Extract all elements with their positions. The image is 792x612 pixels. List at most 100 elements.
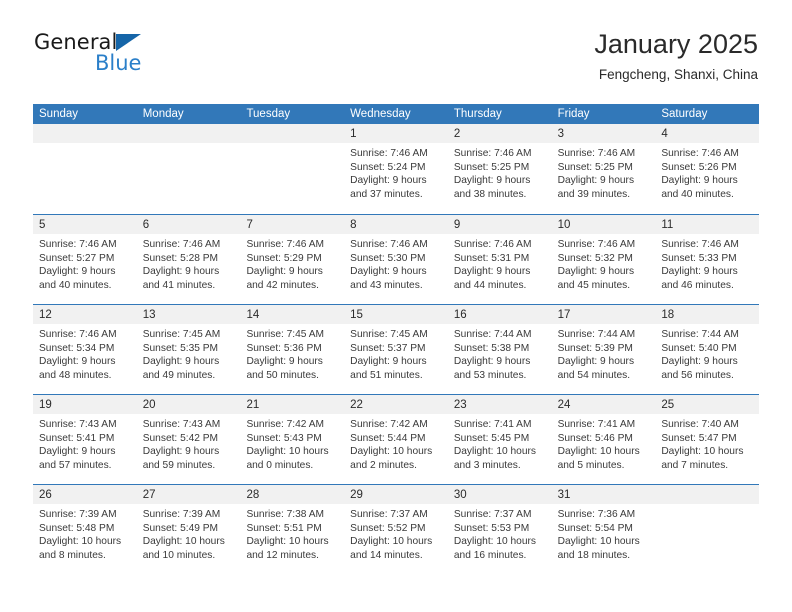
day-sunset-text: Sunset: 5:34 PM: [39, 342, 115, 354]
day-daylight-text: Daylight: 9 hours: [557, 356, 635, 368]
day-number: 8: [350, 219, 357, 231]
day-sunset-text: Sunset: 5:51 PM: [246, 522, 322, 534]
day-info: Sunrise: 7:44 AM Sunset: 5:40 PM Daylight:…: [655, 324, 759, 382]
day-sunrise-text: Sunrise: 7:46 AM: [350, 148, 428, 159]
day-number: 21: [246, 399, 260, 411]
day-number-strip: 22: [344, 395, 448, 414]
calendar-day-cell[interactable]: 1 Sunrise: 7:46 AM Sunset: 5:24 PM Daylight…: [344, 124, 448, 214]
day-daylight-text: and 51 minutes.: [350, 369, 423, 381]
calendar-day-cell[interactable]: 25 Sunrise: 7:40 AM Sunset: 5:47 PM Dayligh…: [655, 395, 760, 484]
calendar-day-cell[interactable]: 18 Sunrise: 7:44 AM Sunset: 5:40 PM Dayligh…: [655, 305, 760, 394]
day-sunset-text: Sunset: 5:33 PM: [661, 252, 737, 264]
weekday-header-saturday: Saturday: [661, 108, 708, 120]
calendar-day-cell[interactable]: 16 Sunrise: 7:44 AM Sunset: 5:38 PM Dayligh…: [447, 305, 552, 394]
location-subtitle: Fengcheng, Shanxi, China: [598, 67, 758, 82]
calendar-day-cell[interactable]: 6 Sunrise: 7:46 AM Sunset: 5:28 PM Daylight…: [136, 215, 241, 304]
day-number: 30: [453, 489, 467, 501]
day-sunset-text: Sunset: 5:35 PM: [142, 342, 219, 354]
calendar-day-cell[interactable]: 7 Sunrise: 7:46 AM Sunset: 5:29 PM Daylight…: [240, 215, 345, 304]
calendar-day-cell[interactable]: 31 Sunrise: 7:36 AM Sunset: 5:54 PM Dayligh…: [551, 485, 656, 574]
day-info: Sunrise: 7:39 AM Sunset: 5:48 PM Daylight:…: [33, 504, 137, 562]
calendar-day-cell[interactable]: 30 Sunrise: 7:37 AM Sunset: 5:53 PM Dayligh…: [447, 485, 552, 574]
calendar-day-cell[interactable]: 4 Sunrise: 7:46 AM Sunset: 5:26 PM Daylight…: [655, 124, 760, 214]
calendar-day-cell[interactable]: 8 Sunrise: 7:46 AM Sunset: 5:30 PM Daylight…: [344, 215, 448, 304]
day-info: Sunrise: 7:45 AM Sunset: 5:35 PM Daylight:…: [137, 324, 241, 382]
day-info: Sunrise: 7:46 AM Sunset: 5:30 PM Daylight:…: [344, 234, 448, 292]
day-number: 29: [350, 489, 363, 501]
calendar-day-cell[interactable]: 13 Sunrise: 7:45 AM Sunset: 5:35 PM Dayligh…: [136, 305, 241, 394]
day-daylight-text: and 16 minutes.: [453, 549, 527, 561]
calendar-day-cell[interactable]: 24 Sunrise: 7:41 AM Sunset: 5:46 PM Dayligh…: [551, 395, 656, 484]
day-sunset-text: Sunset: 5:28 PM: [142, 252, 219, 264]
day-daylight-text: and 42 minutes.: [246, 279, 319, 291]
day-info: Sunrise: 7:39 AM Sunset: 5:49 PM Daylight:…: [137, 504, 241, 562]
page-title: January 2025: [594, 29, 758, 59]
day-sunset-text: Sunset: 5:39 PM: [557, 342, 633, 354]
day-daylight-text: and 46 minutes.: [661, 279, 734, 291]
day-daylight-text: Daylight: 10 hours: [350, 536, 433, 548]
day-daylight-text: Daylight: 9 hours: [142, 356, 220, 368]
day-info: Sunrise: 7:40 AM Sunset: 5:47 PM Daylight:…: [655, 414, 759, 472]
day-sunset-text: Sunset: 5:52 PM: [350, 522, 426, 534]
calendar-day-cell[interactable]: 11 Sunrise: 7:46 AM Sunset: 5:33 PM Dayligh…: [655, 215, 760, 304]
day-number: 2: [453, 128, 461, 140]
calendar-day-cell[interactable]: 27 Sunrise: 7:39 AM Sunset: 5:49 PM Dayligh…: [136, 485, 241, 574]
day-daylight-text: and 5 minutes.: [557, 459, 625, 471]
day-sunrise-text: Sunrise: 7:42 AM: [350, 419, 428, 430]
day-number: 14: [246, 309, 260, 321]
calendar-day-cell[interactable]: 20 Sunrise: 7:43 AM Sunset: 5:42 PM Dayligh…: [136, 395, 241, 484]
calendar-day-cell[interactable]: 2 Sunrise: 7:46 AM Sunset: 5:25 PM Daylight…: [447, 124, 552, 214]
day-daylight-text: Daylight: 9 hours: [350, 266, 427, 278]
day-sunset-text: Sunset: 5:41 PM: [39, 432, 115, 444]
calendar-day-cell[interactable]: 10 Sunrise: 7:46 AM Sunset: 5:32 PM Dayligh…: [551, 215, 656, 304]
day-info: Sunrise: 7:46 AM Sunset: 5:32 PM Daylight:…: [552, 234, 656, 292]
day-number: 9: [453, 219, 461, 231]
day-number: 20: [142, 399, 156, 411]
day-number-strip: 12: [33, 305, 137, 324]
day-daylight-text: and 45 minutes.: [557, 279, 631, 291]
day-info: Sunrise: 7:46 AM Sunset: 5:31 PM Daylight:…: [448, 234, 552, 292]
day-info: Sunrise: 7:46 AM Sunset: 5:33 PM Daylight:…: [655, 234, 759, 292]
calendar-day-cell[interactable]: 17 Sunrise: 7:44 AM Sunset: 5:39 PM Dayligh…: [551, 305, 656, 394]
calendar-week-row: 5 Sunrise: 7:46 AM Sunset: 5:27 PM Daylight…: [33, 214, 760, 304]
calendar-day-cell[interactable]: 23 Sunrise: 7:41 AM Sunset: 5:45 PM Dayligh…: [447, 395, 552, 484]
day-daylight-text: and 43 minutes.: [350, 279, 423, 291]
day-number-strip: 15: [344, 305, 448, 324]
calendar-day-cell[interactable]: 26 Sunrise: 7:39 AM Sunset: 5:48 PM Dayligh…: [33, 485, 137, 574]
day-info: Sunrise: 7:46 AM Sunset: 5:28 PM Daylight:…: [137, 234, 241, 292]
day-number-strip: 19: [33, 395, 137, 414]
day-number-strip: 30: [447, 485, 552, 504]
day-sunrise-text: Sunrise: 7:38 AM: [246, 509, 325, 520]
day-info: Sunrise: 7:42 AM Sunset: 5:43 PM Daylight:…: [240, 414, 344, 472]
day-daylight-text: Daylight: 10 hours: [142, 536, 225, 548]
brand-logo[interactable]: General Blue: [34, 30, 294, 90]
calendar-page: General Blue January 2025 Fengcheng, Sha…: [0, 0, 792, 612]
day-number: 24: [557, 399, 571, 411]
calendar-day-cell-empty: [136, 124, 241, 214]
day-daylight-text: and 44 minutes.: [453, 279, 527, 291]
day-daylight-text: Daylight: 9 hours: [557, 266, 635, 278]
day-number: 19: [39, 399, 52, 411]
calendar-day-cell[interactable]: 21 Sunrise: 7:42 AM Sunset: 5:43 PM Dayligh…: [240, 395, 345, 484]
day-info: Sunrise: 7:46 AM Sunset: 5:25 PM Daylight:…: [552, 143, 656, 201]
calendar-day-cell[interactable]: 28 Sunrise: 7:38 AM Sunset: 5:51 PM Dayligh…: [240, 485, 345, 574]
calendar-day-cell[interactable]: 19 Sunrise: 7:43 AM Sunset: 5:41 PM Dayligh…: [33, 395, 137, 484]
day-number: 3: [557, 128, 564, 140]
calendar-day-cell[interactable]: 15 Sunrise: 7:45 AM Sunset: 5:37 PM Dayligh…: [344, 305, 448, 394]
day-sunrise-text: Sunrise: 7:41 AM: [557, 419, 636, 430]
calendar-day-cell[interactable]: 12 Sunrise: 7:46 AM Sunset: 5:34 PM Dayligh…: [33, 305, 137, 394]
day-info: Sunrise: 7:46 AM Sunset: 5:26 PM Daylight:…: [655, 143, 759, 201]
day-info: Sunrise: 7:45 AM Sunset: 5:37 PM Daylight:…: [344, 324, 448, 382]
calendar-day-cell[interactable]: 9 Sunrise: 7:46 AM Sunset: 5:31 PM Daylight…: [447, 215, 552, 304]
calendar-day-cell[interactable]: 14 Sunrise: 7:45 AM Sunset: 5:36 PM Dayligh…: [240, 305, 345, 394]
day-number-strip: 26: [33, 485, 137, 504]
weekday-header-tuesday: Tuesday: [246, 108, 291, 120]
day-number: 22: [350, 399, 363, 411]
calendar-week-row: 26 Sunrise: 7:39 AM Sunset: 5:48 PM Dayligh…: [33, 484, 760, 574]
calendar-day-cell[interactable]: 22 Sunrise: 7:42 AM Sunset: 5:44 PM Dayligh…: [344, 395, 448, 484]
day-sunrise-text: Sunrise: 7:46 AM: [453, 239, 532, 250]
day-number-strip: [240, 124, 345, 143]
calendar-day-cell[interactable]: 5 Sunrise: 7:46 AM Sunset: 5:27 PM Daylight…: [33, 215, 137, 304]
calendar-day-cell[interactable]: 29 Sunrise: 7:37 AM Sunset: 5:52 PM Dayligh…: [344, 485, 448, 574]
calendar-day-cell[interactable]: 3 Sunrise: 7:46 AM Sunset: 5:25 PM Daylight…: [551, 124, 656, 214]
